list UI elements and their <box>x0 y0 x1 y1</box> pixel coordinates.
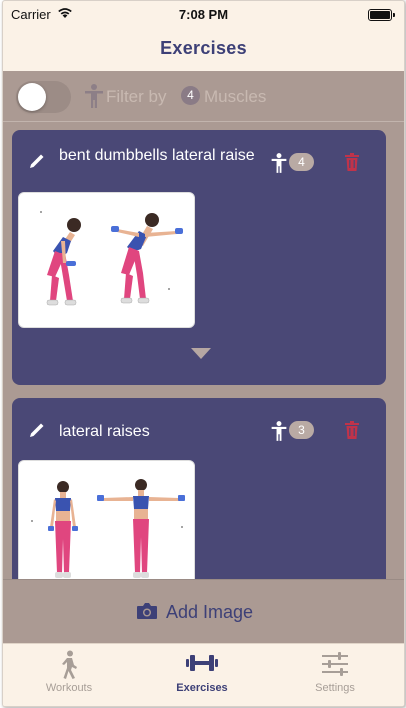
filter-toggle[interactable] <box>16 81 71 113</box>
muscle-filter-row: Filter by 4 Muscles <box>3 71 404 122</box>
clock: 7:08 PM <box>178 7 229 22</box>
trash-icon[interactable] <box>345 153 359 176</box>
page-title: Exercises <box>160 38 247 58</box>
tab-label: Settings <box>315 682 355 694</box>
tab-exercises[interactable]: Exercises <box>136 644 268 706</box>
app-screen: Carrier 7:08 PM Exercises Filter by 4 Mu… <box>2 0 405 707</box>
pencil-icon[interactable] <box>28 421 46 444</box>
status-bar: Carrier 7:08 PM <box>3 1 404 27</box>
muscle-person-icon <box>270 420 288 447</box>
tab-settings[interactable]: Settings <box>269 644 401 706</box>
add-image-button[interactable]: Add Image <box>3 579 404 644</box>
expand-arrow-icon[interactable] <box>191 348 211 359</box>
exercise-image[interactable] <box>18 192 195 328</box>
filter-label-suffix: Muscles <box>204 87 267 106</box>
trash-icon[interactable] <box>345 421 359 444</box>
add-image-label: Add Image <box>166 602 254 622</box>
walking-person-icon <box>58 650 80 685</box>
dumbbell-icon <box>186 653 218 678</box>
tab-label: Workouts <box>45 682 93 694</box>
exercise-list[interactable]: Filter by 4 Muscles bent dumbbells later… <box>3 71 404 579</box>
exercise-title: lateral raises <box>59 423 150 440</box>
filter-muscle-count: 4 <box>181 86 200 105</box>
muscle-person-icon <box>270 152 288 179</box>
bent-over-raise-illustration <box>40 211 183 306</box>
tab-bar: Workouts Exercises Settings <box>3 643 404 706</box>
sliders-icon <box>321 652 349 681</box>
muscle-count-badge: 4 <box>289 153 314 171</box>
filter-label: Filter by <box>106 87 167 106</box>
exercise-card[interactable]: bent dumbbells lateral raise 4 <box>12 130 386 385</box>
exercise-image[interactable] <box>18 460 195 579</box>
battery-icon <box>368 9 395 21</box>
camera-icon <box>136 602 158 625</box>
exercise-card[interactable]: lateral raises 3 <box>12 398 386 579</box>
tab-label: Exercises <box>176 682 228 694</box>
tab-workouts[interactable]: Workouts <box>3 644 135 706</box>
pencil-icon[interactable] <box>28 152 46 175</box>
lateral-raise-illustration <box>31 479 185 578</box>
navigation-bar: Exercises <box>3 27 404 71</box>
exercise-title: bent dumbbells lateral raise <box>59 147 255 164</box>
toggle-knob <box>18 83 46 111</box>
person-icon <box>83 83 105 114</box>
muscle-count-badge: 3 <box>289 421 314 439</box>
